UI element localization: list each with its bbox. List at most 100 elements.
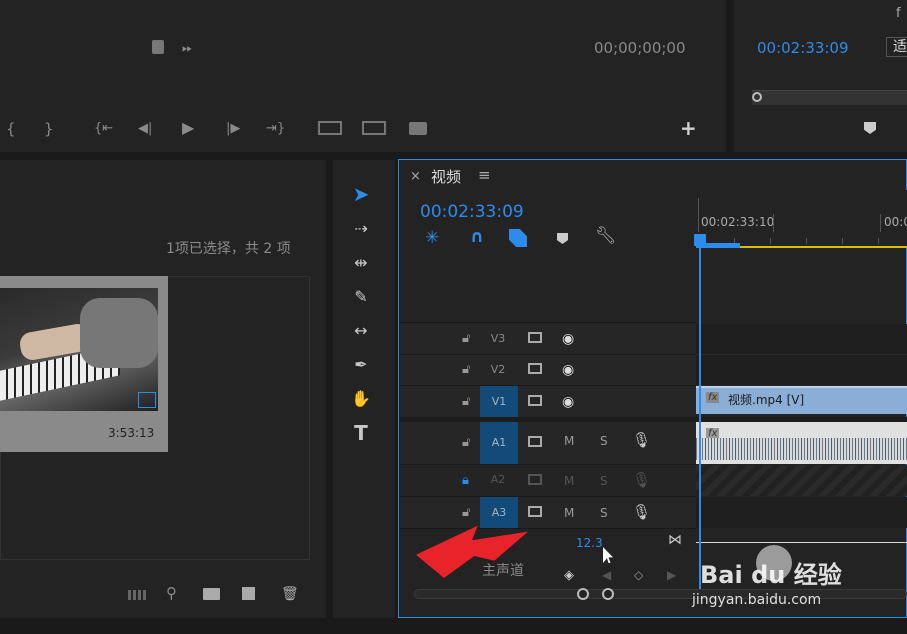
scroll-handle-left[interactable] [577,588,589,600]
eye-icon[interactable]: ◉ [562,395,574,409]
trash-icon[interactable]: 🗑︎ [281,587,299,601]
track-row-a1: 🔓︎ A1 M S 🎙︎ [400,422,696,465]
wrench-icon[interactable]: 🔧︎ [595,228,617,245]
ripple-edit-tool-icon[interactable]: ⇹ [350,252,372,274]
solo-button[interactable]: S [600,434,608,448]
source-timecode[interactable]: 00:02:33:09 [757,39,849,57]
lock-icon-locked[interactable]: 🔒︎ [462,474,469,487]
keyframe-navigator-icon[interactable]: ◈ [564,569,574,582]
track-content-a3[interactable] [696,497,907,528]
selection-info: 1项已选择，共 2 项 [166,241,291,257]
watermark-brand: Bai du 经验 [700,561,842,589]
pen-tool-icon[interactable]: ✒ [350,354,372,376]
solo-button[interactable]: S [600,474,608,488]
watermark-logo: Bai du 经验 [700,545,850,589]
sync-lock-icon[interactable] [528,363,542,374]
sync-lock-icon[interactable] [528,436,542,447]
type-tool-icon[interactable]: T [350,422,372,444]
sync-lock-icon[interactable] [528,395,542,406]
track-label[interactable]: V3 [480,324,516,354]
add-keyframe-icon[interactable]: ◇ [634,569,643,581]
clip-thumbnail-card[interactable]: 3:53:13 [0,276,168,452]
next-keyframe-icon[interactable]: ▶ [667,569,676,581]
playhead-line[interactable] [699,246,701,589]
lock-icon[interactable]: 🔓︎ [462,332,470,345]
clip-duration: 3:53:13 [108,426,155,440]
step-back-icon[interactable]: ◀| [138,122,152,135]
list-view-icon[interactable] [128,590,148,600]
playhead-handle[interactable] [694,234,706,246]
clip-type-icon [138,392,156,408]
sync-lock-icon[interactable] [528,506,542,517]
timeline-title[interactable]: 视频 [431,166,461,187]
track-target-a1[interactable]: A1 [480,422,518,464]
track-content-a2-locked [696,465,907,496]
timeline-menu-icon[interactable]: ≡ [478,166,491,184]
razor-tool-icon[interactable]: ✎ [350,286,372,308]
mute-button[interactable]: M [564,506,574,520]
camera-icon[interactable] [409,122,427,135]
timeline-timecode[interactable]: 00:02:33:09 [420,202,524,222]
timeline-scrollbar[interactable] [414,589,907,599]
timeline-close-icon[interactable]: × [410,169,421,184]
ruler-tick [773,214,774,232]
mute-button[interactable]: M [564,474,574,488]
fit-dropdown[interactable]: 适 [886,37,907,57]
step-forward-icon[interactable]: |▶ [226,122,240,135]
microphone-icon[interactable]: 🎙︎ [632,473,651,488]
lock-icon[interactable]: 🔓︎ [462,436,470,449]
nest-toggle-icon[interactable]: ✳ [425,230,439,247]
add-button-icon[interactable]: + [680,118,697,138]
fx-badge: fx [706,392,720,403]
bowtie-icon[interactable]: ⋈ [668,533,682,547]
snap-magnet-icon[interactable]: ∩ [470,229,484,246]
source-playhead-handle[interactable] [752,92,762,102]
clip-thumbnail-image [0,288,158,411]
go-to-in-icon[interactable]: {⇤ [94,122,113,135]
master-label: 主声道 [482,563,524,579]
eye-icon[interactable]: ◉ [562,363,574,377]
microphone-icon[interactable]: 🎙︎ [632,433,651,448]
lift-icon[interactable] [318,121,342,135]
play-icon[interactable]: ▶ [182,120,194,136]
master-volume-line[interactable] [696,542,907,543]
extract-icon[interactable] [362,121,386,135]
track-row-v1: 🔓︎ V1 ◉ [400,386,696,418]
search-icon[interactable]: ⚲ [166,586,177,601]
source-scrub-bar[interactable] [752,90,907,105]
lock-icon[interactable]: 🔓︎ [462,395,470,408]
new-item-icon[interactable] [242,587,255,600]
sync-lock-icon[interactable] [528,332,542,343]
lock-icon[interactable]: 🔓︎ [462,506,470,519]
fast-forward-icon[interactable]: ⏩︎ [182,42,192,55]
master-volume-value[interactable]: 12.3 [576,536,603,550]
track-select-tool-icon[interactable]: ⇢ [350,218,372,240]
audio-waveform [696,438,907,460]
track-content-v2[interactable] [696,355,907,386]
prev-keyframe-icon[interactable]: ◀ [602,569,611,581]
export-frame-icon[interactable] [152,40,164,54]
slip-tool-icon[interactable]: ↔ [350,320,372,342]
hand-tool-icon[interactable]: ✋ [350,388,372,410]
track-target-v1[interactable]: V1 [480,386,518,417]
mark-in-icon[interactable]: { [6,122,16,137]
track-label[interactable]: V2 [480,355,516,385]
track-content-v3[interactable] [696,324,907,355]
ruler-tick [698,198,699,232]
eye-icon[interactable]: ◉ [562,332,574,346]
mark-out-icon[interactable]: } [44,122,54,137]
go-to-out-icon[interactable]: ⇥} [266,122,285,135]
folder-icon[interactable] [203,588,220,600]
sync-lock-icon[interactable] [528,474,542,485]
mute-button[interactable]: M [564,434,574,448]
track-target-a3[interactable]: A3 [480,497,518,528]
microphone-icon[interactable]: 🎙︎ [632,505,651,520]
solo-button[interactable]: S [600,506,608,520]
scroll-handle-right[interactable] [602,588,614,600]
track-label[interactable]: A2 [480,465,516,495]
audio-clip[interactable]: fx [696,422,907,464]
program-timecode: 00;00;00;00 [594,39,686,57]
lock-icon[interactable]: 🔓︎ [462,363,470,376]
selection-tool-icon[interactable]: ➤ [350,183,372,205]
video-clip[interactable]: fx 视频.mp4 [V] [696,386,907,414]
